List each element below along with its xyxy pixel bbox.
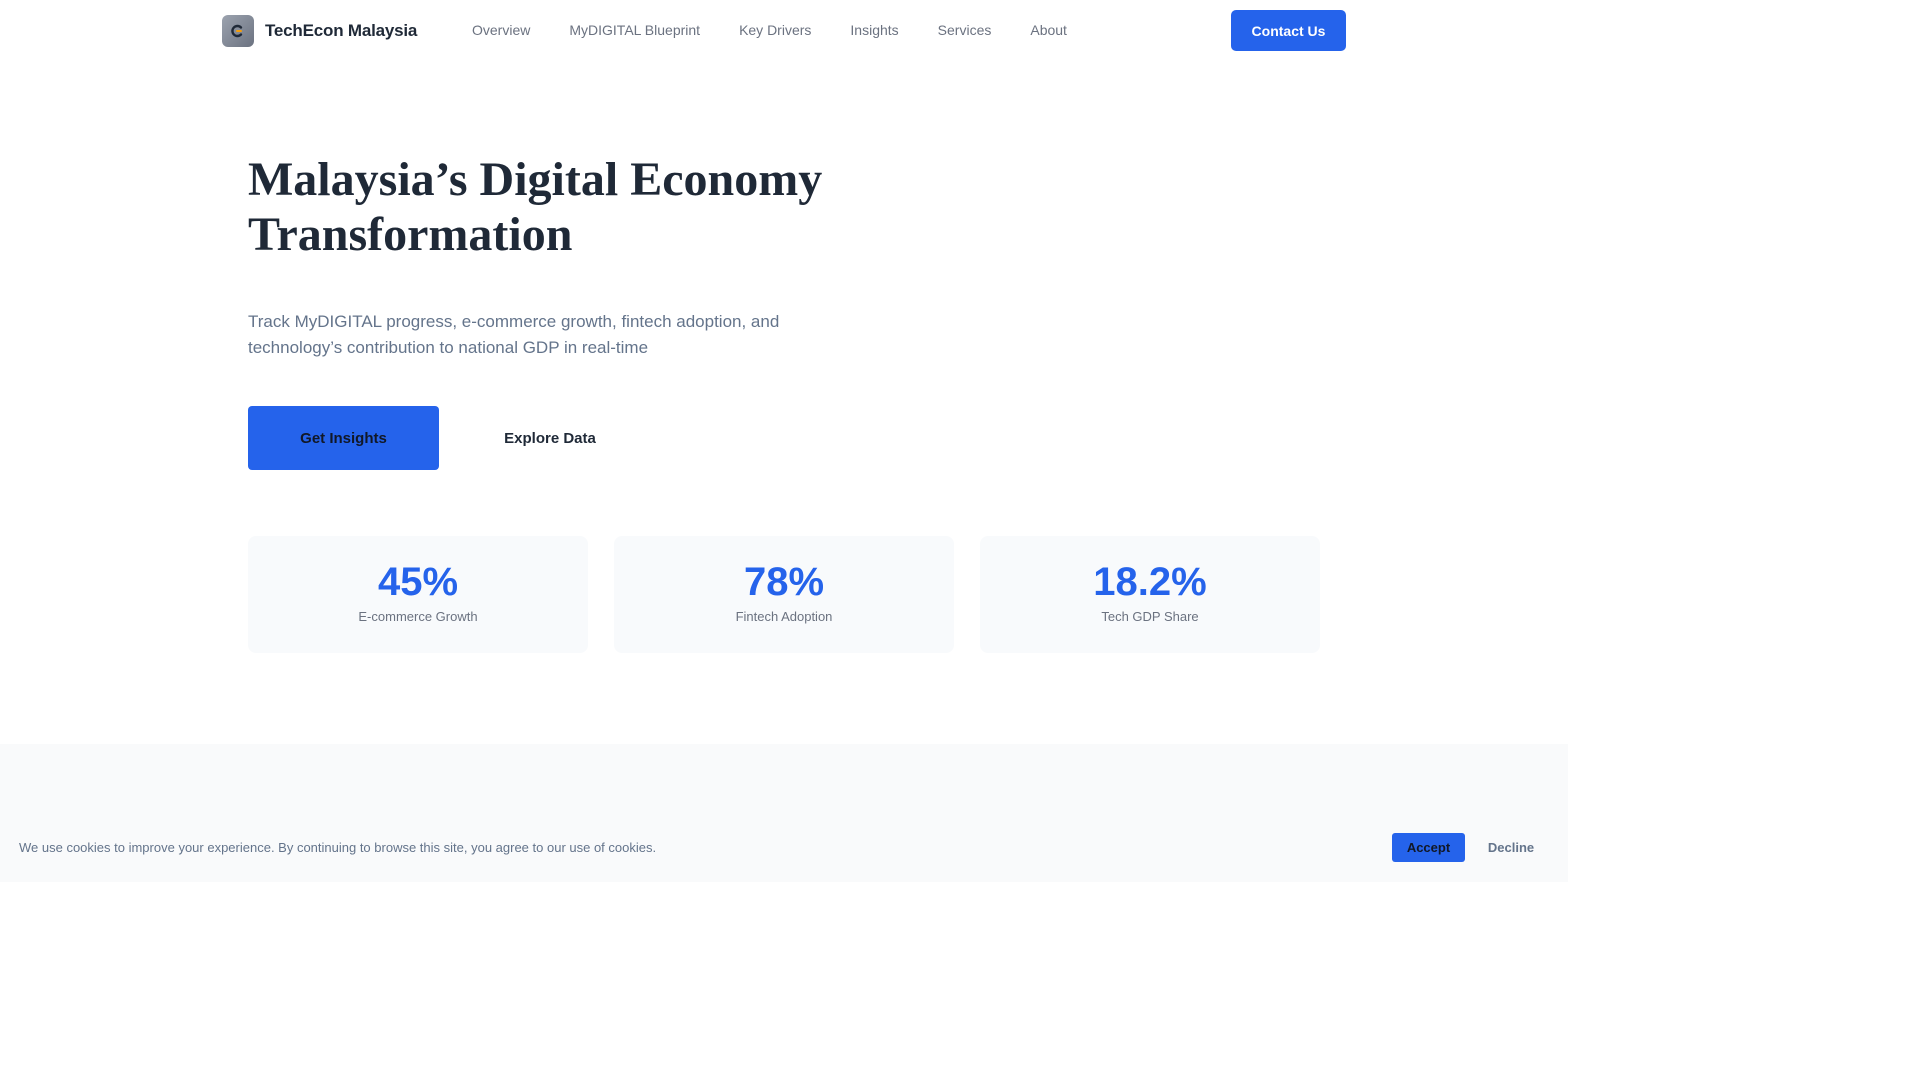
stat-value: 18.2% <box>1093 560 1207 604</box>
hero-title-line-1: Malaysia’s Digital Economy <box>248 153 823 206</box>
top-navbar: TechEcon Malaysia Overview MyDIGITAL Blu… <box>0 0 1568 62</box>
nav-link-overview[interactable]: Overview <box>472 22 530 38</box>
nav-link-mydigital-blueprint[interactable]: MyDIGITAL Blueprint <box>569 22 700 38</box>
main-nav: Overview MyDIGITAL Blueprint Key Drivers… <box>472 22 1106 38</box>
brand-name: TechEcon Malaysia <box>265 21 418 40</box>
hero-title: Malaysia’s Digital Economy Transformatio… <box>248 152 888 262</box>
accept-cookies-button[interactable]: Accept <box>1392 833 1465 862</box>
hero-subtitle-line-1: Track MyDIGITAL progress, e-commerce gro… <box>248 312 780 331</box>
hero-title-line-2: Transformation <box>248 208 573 261</box>
cookie-message: We use cookies to improve your experienc… <box>19 840 657 855</box>
nav-link-insights[interactable]: Insights <box>850 22 898 38</box>
explore-data-button[interactable]: Explore Data <box>466 406 634 470</box>
hero-subtitle-line-2: technology’s contribution to national GD… <box>248 338 649 357</box>
stat-label: Fintech Adoption <box>735 609 833 624</box>
brand[interactable]: TechEcon Malaysia <box>222 15 417 47</box>
stat-label: Tech GDP Share <box>1101 609 1199 624</box>
nav-link-key-drivers[interactable]: Key Drivers <box>739 22 811 38</box>
get-insights-button[interactable]: Get Insights <box>248 406 439 470</box>
stat-card-ecommerce-growth: 45% E-commerce Growth <box>248 536 588 653</box>
hero-subtitle: Track MyDIGITAL progress, e-commerce gro… <box>248 309 808 361</box>
stat-value: 45% <box>377 560 459 604</box>
contact-us-button[interactable]: Contact Us <box>1231 10 1346 51</box>
cookie-banner: We use cookies to improve your experienc… <box>0 813 1568 882</box>
stat-card-fintech-adoption: 78% Fintech Adoption <box>614 536 954 653</box>
nav-link-about[interactable]: About <box>1030 22 1067 38</box>
nav-link-services[interactable]: Services <box>938 22 992 38</box>
stat-label: E-commerce Growth <box>358 609 478 624</box>
stat-value: 78% <box>743 560 825 604</box>
techecon-logo-icon <box>222 15 254 47</box>
decline-cookies-button[interactable]: Decline <box>1478 833 1544 862</box>
stat-card-tech-gdp-share: 18.2% Tech GDP Share <box>980 536 1320 653</box>
